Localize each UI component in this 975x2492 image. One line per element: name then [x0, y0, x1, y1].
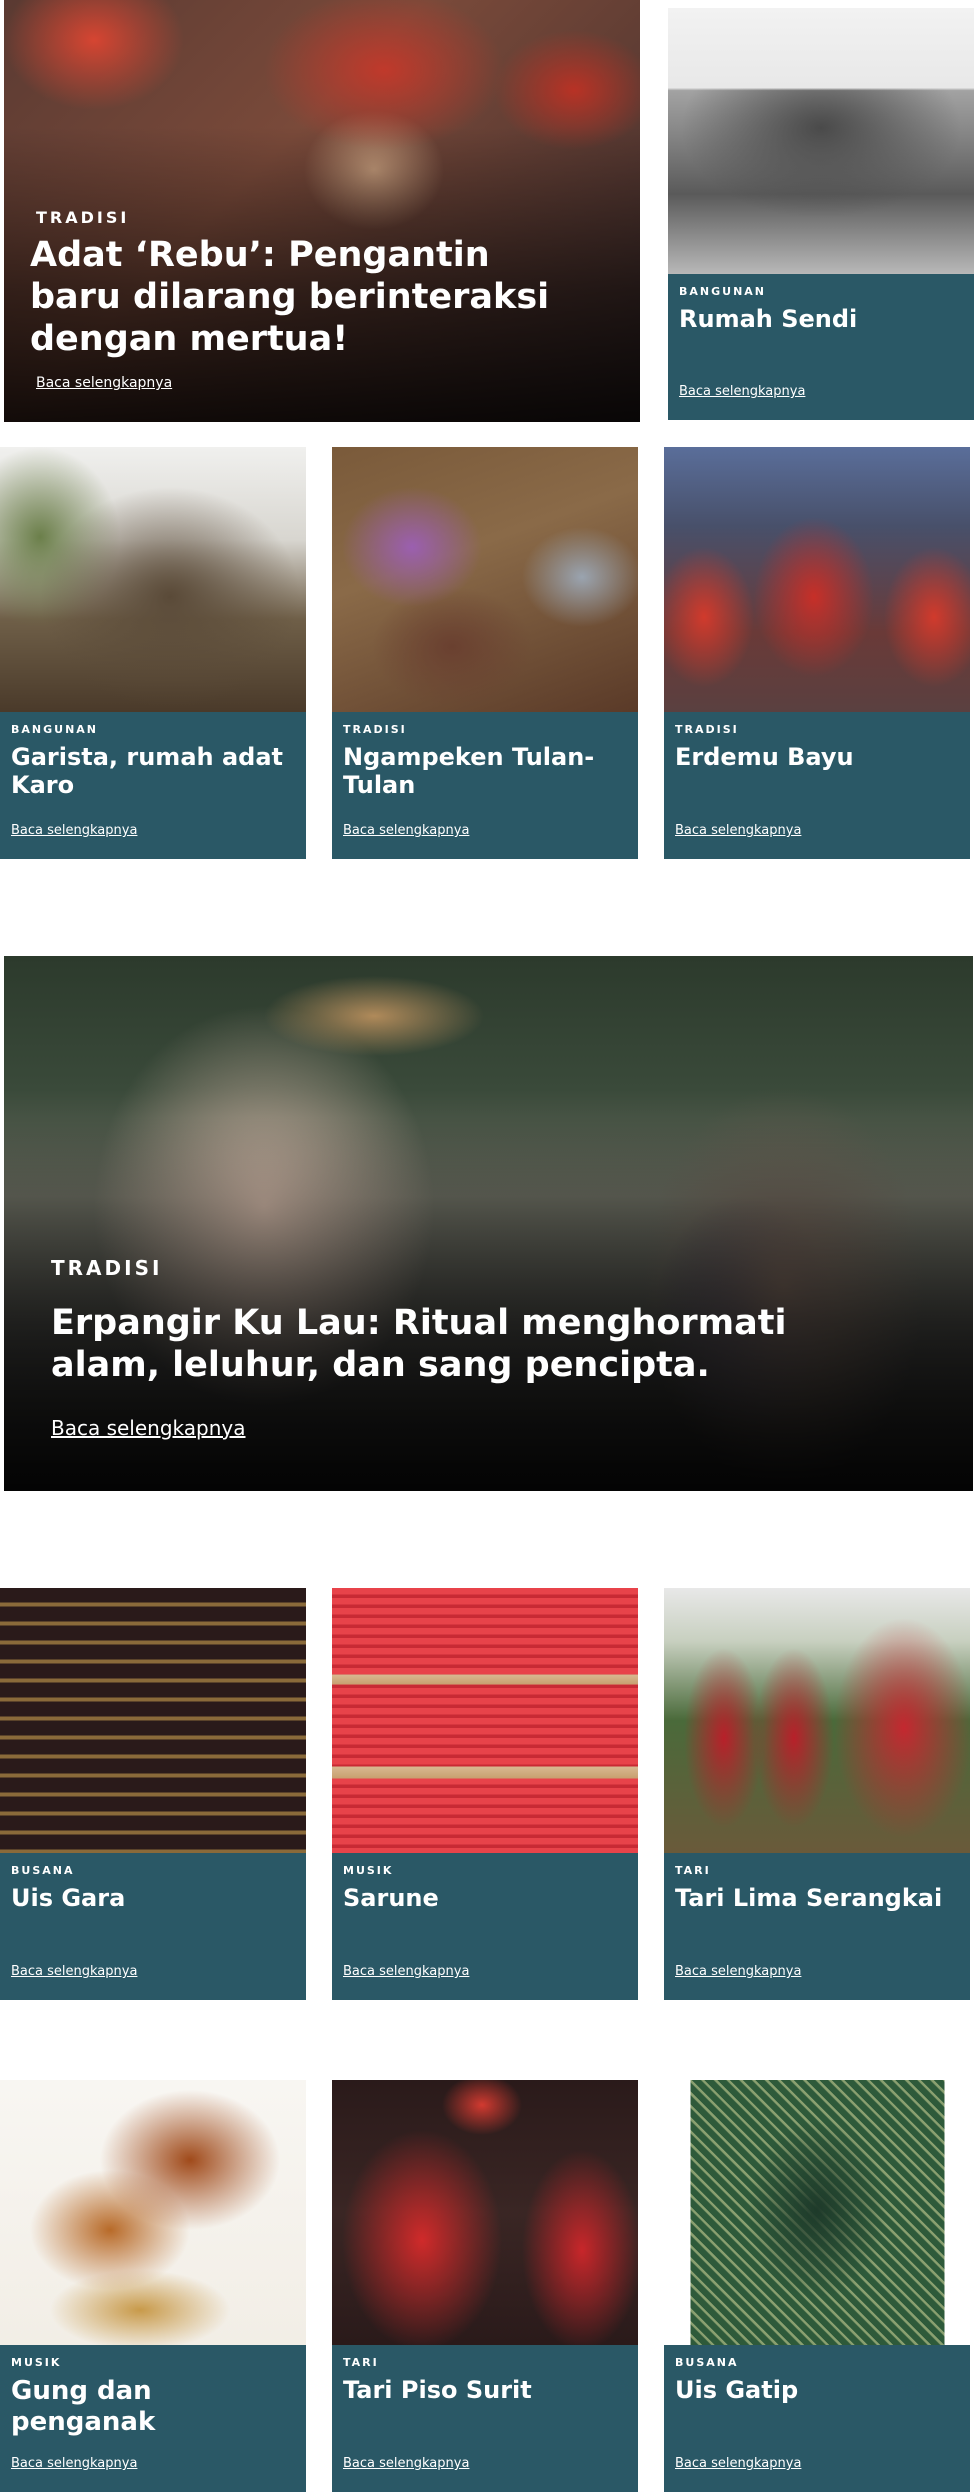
card-image-tari-piso-surit [332, 2080, 638, 2345]
card-read-more-link[interactable]: Baca selengkapnya [11, 1964, 137, 1979]
card-uis-gara[interactable]: BUSANA Uis Gara Baca selengkapnya [0, 1588, 306, 2000]
card-read-more-link[interactable]: Baca selengkapnya [11, 2456, 137, 2471]
hero-category: TRADISI [36, 208, 130, 227]
card-title[interactable]: Tari Lima Serangkai [675, 1884, 956, 1912]
hero-read-more-link[interactable]: Baca selengkapnya [51, 1416, 246, 1440]
hero-title[interactable]: Erpangir Ku Lau: Ritual menghormati alam… [51, 1302, 851, 1386]
card-image-erdemu-bayu [664, 447, 970, 712]
card-category: TARI [675, 1864, 711, 1877]
hero-category: TRADISI [51, 1256, 163, 1280]
card-category: BUSANA [675, 2356, 739, 2369]
card-read-more-link[interactable]: Baca selengkapnya [675, 1964, 801, 1979]
card-image-ngampeken [332, 447, 638, 712]
card-image-gung [0, 2080, 306, 2345]
card-image-sarune [332, 1588, 638, 1853]
card-category: BANGUNAN [679, 285, 766, 298]
card-image-uis-gatip [664, 2080, 970, 2345]
card-read-more-link[interactable]: Baca selengkapnya [343, 1964, 469, 1979]
card-gung-dan-penganak[interactable]: MUSIK Gung dan penganak Baca selengkapny… [0, 2080, 306, 2492]
card-category: MUSIK [343, 1864, 394, 1877]
card-uis-gatip[interactable]: BUSANA Uis Gatip Baca selengkapnya [664, 2080, 970, 2492]
card-title[interactable]: Ngampeken Tulan-Tulan [343, 743, 624, 800]
card-read-more-link[interactable]: Baca selengkapnya [11, 823, 137, 838]
card-image-tari-lima-serangkai [664, 1588, 970, 1853]
card-ngampeken-tulan-tulan[interactable]: TRADISI Ngampeken Tulan-Tulan Baca selen… [332, 447, 638, 859]
card-rumah-sendi[interactable]: BANGUNAN Rumah Sendi Baca selengkapnya [668, 8, 974, 420]
card-title[interactable]: Uis Gara [11, 1884, 292, 1912]
card-category: TARI [343, 2356, 379, 2369]
card-category: TRADISI [675, 723, 739, 736]
card-title[interactable]: Tari Piso Surit [343, 2376, 624, 2404]
card-image-garista [0, 447, 306, 712]
card-read-more-link[interactable]: Baca selengkapnya [675, 2456, 801, 2471]
hero-card-erpangir[interactable]: TRADISI Erpangir Ku Lau: Ritual menghorm… [4, 956, 973, 1491]
card-title[interactable]: Gung dan penganak [11, 2376, 292, 2437]
card-title[interactable]: Uis Gatip [675, 2376, 956, 2404]
card-image-uis-gara [0, 1588, 306, 1853]
card-image-rumah-sendi [668, 8, 974, 274]
card-category: TRADISI [343, 723, 407, 736]
card-tari-lima-serangkai[interactable]: TARI Tari Lima Serangkai Baca selengkapn… [664, 1588, 970, 2000]
card-sarune[interactable]: MUSIK Sarune Baca selengkapnya [332, 1588, 638, 2000]
hero-title[interactable]: Adat ‘Rebu’: Pengantin baru dilarang ber… [30, 234, 590, 360]
card-read-more-link[interactable]: Baca selengkapnya [675, 823, 801, 838]
card-title[interactable]: Garista, rumah adat Karo [11, 743, 292, 800]
card-title[interactable]: Erdemu Bayu [675, 743, 956, 771]
card-read-more-link[interactable]: Baca selengkapnya [679, 384, 805, 399]
card-category: BANGUNAN [11, 723, 98, 736]
card-garista[interactable]: BANGUNAN Garista, rumah adat Karo Baca s… [0, 447, 306, 859]
card-title[interactable]: Sarune [343, 1884, 624, 1912]
card-read-more-link[interactable]: Baca selengkapnya [343, 2456, 469, 2471]
card-erdemu-bayu[interactable]: TRADISI Erdemu Bayu Baca selengkapnya [664, 447, 970, 859]
card-title[interactable]: Rumah Sendi [679, 305, 960, 333]
card-tari-piso-surit[interactable]: TARI Tari Piso Surit Baca selengkapnya [332, 2080, 638, 2492]
card-category: MUSIK [11, 2356, 62, 2369]
hero-read-more-link[interactable]: Baca selengkapnya [36, 375, 172, 391]
hero-card-rebu[interactable]: TRADISI Adat ‘Rebu’: Pengantin baru dila… [4, 0, 640, 422]
card-read-more-link[interactable]: Baca selengkapnya [343, 823, 469, 838]
card-category: BUSANA [11, 1864, 75, 1877]
